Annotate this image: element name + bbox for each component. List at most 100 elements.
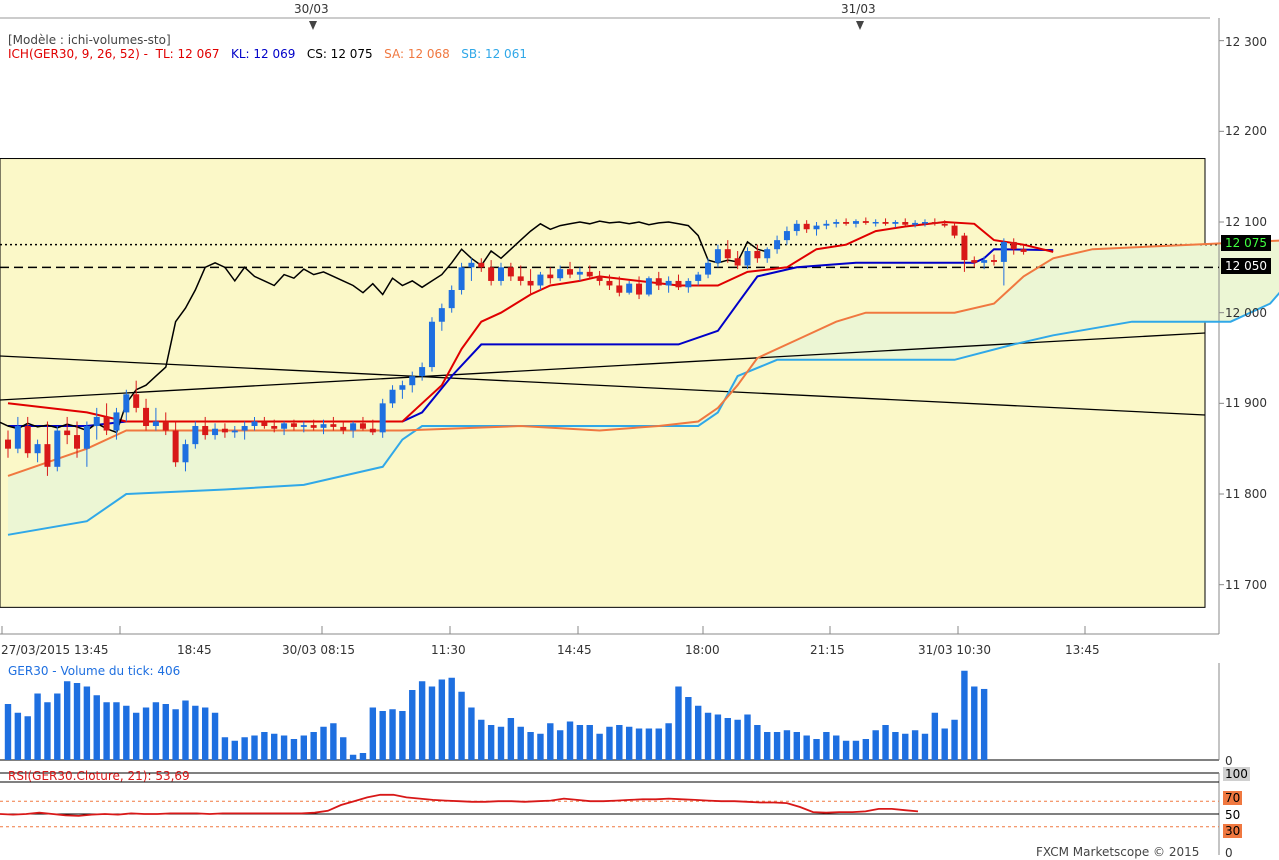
candle-body (902, 222, 909, 225)
rsi-line (0, 793, 919, 817)
volume-bar (911, 730, 919, 760)
volume-bar (625, 726, 633, 760)
candle-body (705, 262, 712, 275)
candle-body (872, 222, 879, 224)
candle-body (665, 280, 672, 286)
candle-body (734, 258, 741, 266)
candle-body (498, 267, 504, 281)
volume-bar (724, 718, 731, 760)
candle-body (892, 222, 899, 224)
volume-bar (389, 709, 396, 760)
candle-body (833, 222, 840, 224)
candle-body (645, 278, 652, 295)
volume-bar (537, 733, 544, 760)
candle-body (389, 389, 396, 404)
candle-body (202, 426, 209, 436)
volume-bar (271, 733, 278, 760)
candle-body (251, 421, 258, 427)
volume-bar (882, 725, 889, 760)
volume-bar (310, 732, 317, 760)
volume-bar (754, 725, 761, 760)
candle-body (133, 394, 140, 408)
candle-body (567, 269, 574, 275)
rsi-level-50: 50 (1223, 808, 1243, 822)
volume-bar (428, 686, 436, 760)
shaded-zone (0, 158, 1206, 608)
candle-body (931, 222, 938, 224)
candle-body (290, 423, 297, 427)
volume-bar (941, 728, 948, 760)
model-label: [Modèle : ichi-volumes-sto] (8, 33, 171, 47)
rsi-level-70: 70 (1223, 791, 1243, 805)
candle-body (803, 223, 810, 230)
volume-bar (192, 705, 199, 760)
y-tick-label: 12 000 (1225, 306, 1267, 320)
volume-bar (448, 677, 455, 760)
copyright-footer: FXCM Marketscope © 2015 (1036, 845, 1200, 859)
volume-bar (902, 733, 909, 760)
x-tick-label: 11:30 (431, 643, 466, 657)
candle-body (5, 439, 11, 449)
candle-body (783, 231, 790, 241)
volume-bar (221, 737, 229, 760)
candle-body (93, 416, 100, 427)
candle-body (764, 249, 771, 259)
volume-bar (478, 719, 485, 760)
volume-bar (961, 670, 968, 760)
volume-bar (369, 707, 377, 760)
volume-bar (44, 702, 51, 760)
candle-body (774, 240, 781, 250)
chart-root: [Modèle : ichi-volumes-sto] ICH(GER30, 9… (0, 0, 1279, 860)
candle-body (162, 421, 169, 431)
volume-bar (261, 732, 268, 760)
chart-svg (0, 17, 1279, 855)
volume-bar (142, 707, 150, 760)
candle-body (409, 376, 416, 386)
candle-body (685, 280, 692, 288)
x-tick-label: 27/03/2015 13:45 (1, 643, 109, 657)
candle-body (507, 267, 514, 277)
sa-value: SA: 12 068 (384, 47, 450, 61)
rsi-level-100: 100 (1223, 767, 1250, 781)
candle-body (586, 271, 593, 277)
volume-bar (842, 740, 850, 760)
candle-body (468, 262, 475, 268)
candle-body (123, 394, 130, 413)
candle-body (143, 407, 150, 427)
volume-bar (379, 711, 386, 760)
sb-value: SB: 12 061 (461, 47, 527, 61)
volume-bar (527, 732, 534, 760)
volume-bar (685, 697, 692, 760)
x-tick-label: 13:45 (1065, 643, 1100, 657)
volume-bar (803, 735, 810, 760)
candle-body (971, 260, 978, 263)
volume-bar (645, 728, 653, 760)
kl-value: KL: 12 069 (230, 47, 296, 61)
candle-body (212, 428, 219, 436)
candle-body (241, 426, 248, 431)
x-tick-label: 18:45 (177, 643, 212, 657)
volume-bar (152, 702, 160, 760)
volume-bar (93, 695, 100, 760)
candle-body (754, 251, 761, 259)
candle-body (517, 276, 524, 281)
volume-bar (655, 728, 662, 760)
candle-body (44, 444, 51, 467)
volume-bar (980, 688, 988, 760)
candle-body (576, 271, 583, 275)
volume-bar (497, 726, 505, 760)
rsi-level-30: 30 (1223, 824, 1243, 838)
candle-body (793, 223, 800, 232)
volume-bar (823, 732, 830, 760)
volume-bar (14, 712, 22, 760)
level-price-badge: 12 050 (1221, 258, 1271, 274)
candle-body (419, 367, 426, 377)
candle-body (34, 444, 41, 454)
candle-body (64, 430, 71, 436)
volume-panel-title: GER30 - Volume du tick: 406 (8, 664, 181, 678)
candle-body (744, 251, 751, 266)
volume-bar (704, 712, 712, 760)
candle-body (458, 267, 465, 291)
volume-bar (300, 735, 307, 760)
volume-bar (73, 683, 81, 760)
